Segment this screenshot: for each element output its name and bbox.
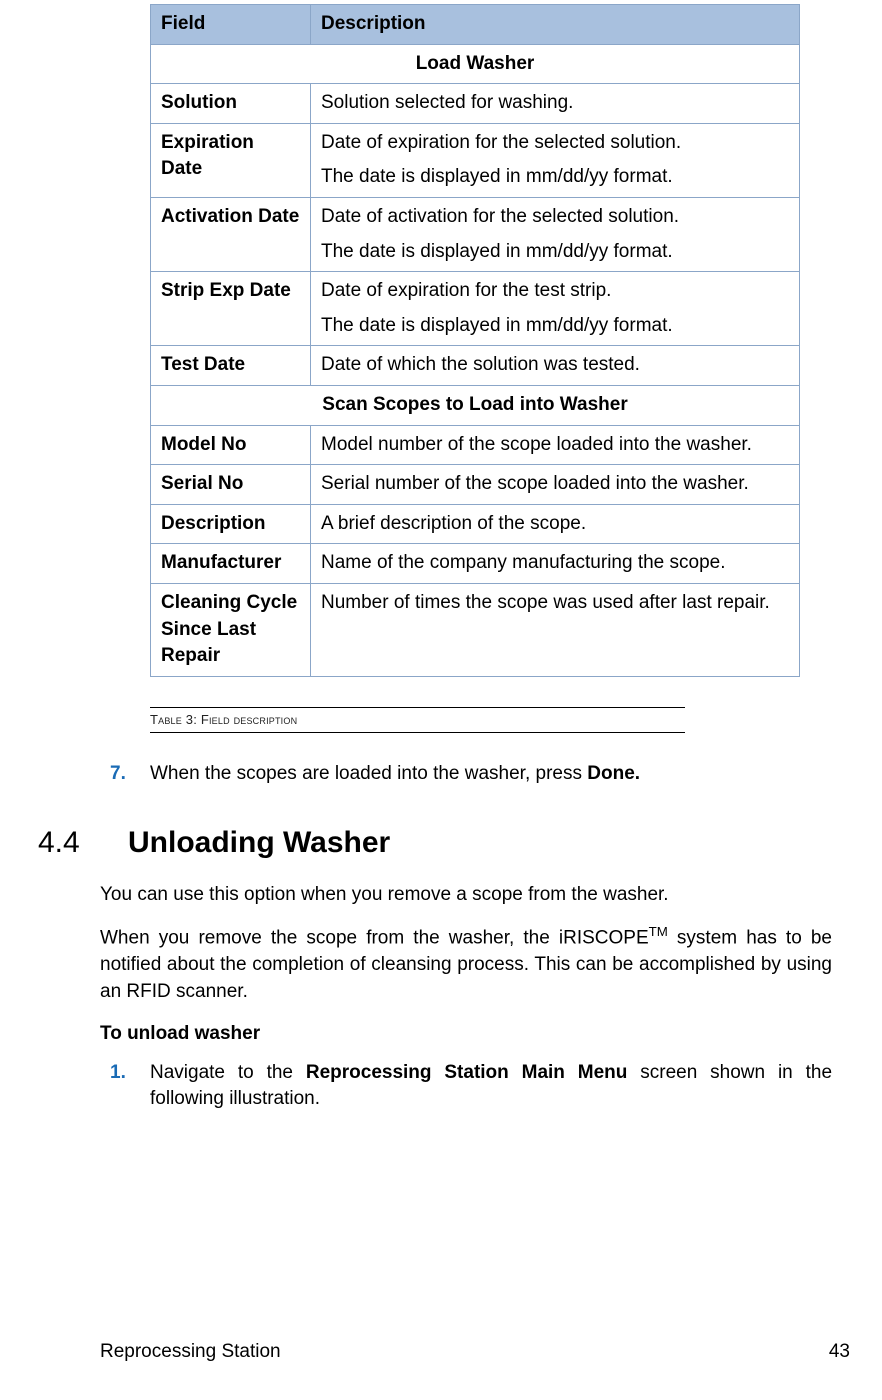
field-name: Expiration Date (151, 123, 311, 197)
step-7: 7. When the scopes are loaded into the w… (100, 761, 832, 788)
step-text: When the scopes are loaded into the wash… (150, 763, 587, 784)
table-header-row: Field Description (151, 5, 800, 45)
field-desc: A brief description of the scope. (311, 504, 800, 544)
desc-line: Date of activation for the selected solu… (321, 204, 789, 231)
field-name: Manufacturer (151, 544, 311, 584)
step-number: 1. (110, 1060, 150, 1087)
desc-line: Date of expiration for the selected solu… (321, 130, 789, 157)
table-row: Description A brief description of the s… (151, 504, 800, 544)
field-desc: Model number of the scope loaded into th… (311, 425, 800, 465)
step-bold: Done. (587, 763, 640, 784)
table-row: Solution Solution selected for washing. (151, 84, 800, 124)
desc-line: The date is displayed in mm/dd/yy format… (321, 164, 789, 191)
step-body: Navigate to the Reprocessing Station Mai… (150, 1060, 832, 1113)
table-caption-block: Table 3: Field description (150, 707, 685, 733)
trademark-superscript: TM (649, 924, 668, 939)
table-row: Cleaning Cycle Since Last Repair Number … (151, 583, 800, 676)
field-name: Solution (151, 84, 311, 124)
field-desc: Date of activation for the selected solu… (311, 197, 800, 271)
caption-rule-bottom (150, 732, 685, 733)
field-desc: Number of times the scope was used after… (311, 583, 800, 676)
header-field: Field (151, 5, 311, 45)
field-desc: Serial number of the scope loaded into t… (311, 465, 800, 505)
field-name: Serial No (151, 465, 311, 505)
step-text: Navigate to the (150, 1062, 306, 1083)
section-load-washer: Load Washer (151, 44, 800, 84)
table-row: Serial No Serial number of the scope loa… (151, 465, 800, 505)
section-scan-scopes: Scan Scopes to Load into Washer (151, 385, 800, 425)
paragraph: You can use this option when you remove … (100, 882, 832, 909)
step-body: When the scopes are loaded into the wash… (150, 761, 832, 788)
page-footer: Reprocessing Station 43 (100, 1339, 850, 1366)
field-name: Test Date (151, 346, 311, 386)
desc-line: Date of expiration for the test strip. (321, 278, 789, 305)
table-row: Activation Date Date of activation for t… (151, 197, 800, 271)
page-number: 43 (829, 1339, 850, 1366)
field-desc: Date of which the solution was tested. (311, 346, 800, 386)
desc-line: The date is displayed in mm/dd/yy format… (321, 239, 789, 266)
table-caption: Table 3: Field description (150, 708, 685, 732)
para-pre: When you remove the scope from the washe… (100, 927, 649, 948)
table-row: Test Date Date of which the solution was… (151, 346, 800, 386)
header-description: Description (311, 5, 800, 45)
table-row: Model No Model number of the scope loade… (151, 425, 800, 465)
section-number: 4.4 (38, 822, 100, 864)
table-row: Manufacturer Name of the company manufac… (151, 544, 800, 584)
table-section-row: Scan Scopes to Load into Washer (151, 385, 800, 425)
section-heading: 4.4 Unloading Washer (38, 822, 832, 864)
step-bold: Reprocessing Station Main Menu (306, 1062, 628, 1083)
step-number: 7. (110, 761, 150, 788)
field-name: Cleaning Cycle Since Last Repair (151, 583, 311, 676)
paragraph: When you remove the scope from the washe… (100, 923, 832, 1005)
field-description-table: Field Description Load Washer Solution S… (150, 4, 800, 677)
field-name: Model No (151, 425, 311, 465)
step-1: 1. Navigate to the Reprocessing Station … (100, 1060, 832, 1113)
table-row: Expiration Date Date of expiration for t… (151, 123, 800, 197)
desc-line: The date is displayed in mm/dd/yy format… (321, 313, 789, 340)
field-name: Strip Exp Date (151, 272, 311, 346)
footer-title: Reprocessing Station (100, 1339, 281, 1366)
procedure-heading: To unload washer (100, 1021, 832, 1048)
field-desc: Date of expiration for the selected solu… (311, 123, 800, 197)
field-desc: Solution selected for washing. (311, 84, 800, 124)
field-desc: Date of expiration for the test strip. T… (311, 272, 800, 346)
field-desc: Name of the company manufacturing the sc… (311, 544, 800, 584)
field-name: Activation Date (151, 197, 311, 271)
section-title: Unloading Washer (128, 822, 390, 864)
table-row: Strip Exp Date Date of expiration for th… (151, 272, 800, 346)
field-name: Description (151, 504, 311, 544)
table-section-row: Load Washer (151, 44, 800, 84)
